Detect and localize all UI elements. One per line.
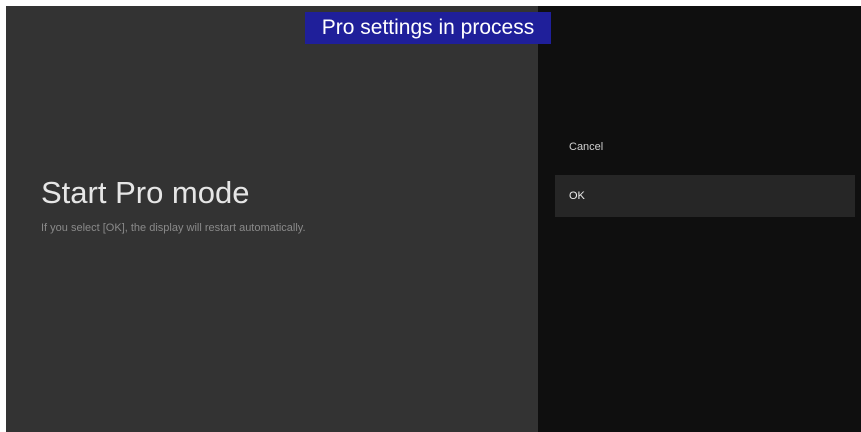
dialog-title: Start Pro mode <box>41 175 250 210</box>
cancel-option[interactable]: Cancel <box>555 126 855 168</box>
ok-option[interactable]: OK <box>555 175 855 217</box>
options-pane <box>538 6 861 432</box>
dialog-description: If you select [OK], the display will res… <box>41 222 306 234</box>
info-pane: Start Pro mode If you select [OK], the d… <box>6 6 538 432</box>
status-banner: Pro settings in process <box>305 12 551 44</box>
tv-screen: Start Pro mode If you select [OK], the d… <box>6 6 861 432</box>
